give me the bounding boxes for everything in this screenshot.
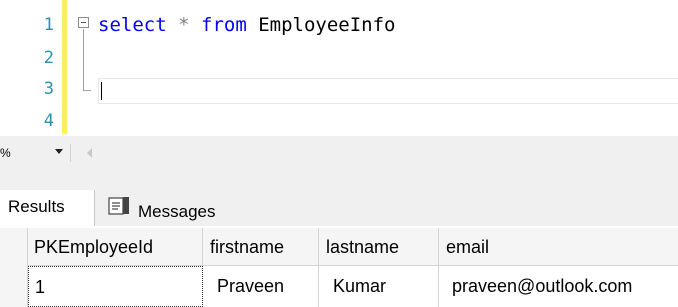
keyword-select: select [98,14,167,36]
change-tracking-bar [62,0,67,134]
collapse-icon[interactable] [78,17,89,28]
line-number: 2 [43,48,54,68]
divider [70,144,71,162]
scroll-left-icon[interactable] [87,148,92,158]
zoom-level-value[interactable]: % [0,144,22,162]
column-header[interactable]: lastname [319,228,439,266]
tab-messages-label: Messages [138,202,216,221]
tab-results-label: Results [8,197,65,216]
table-cell[interactable]: 1 [28,266,203,307]
results-grid[interactable]: PKEmployeeId firstname lastname email 1 … [0,226,678,307]
corner-selector[interactable] [0,228,28,266]
column-header[interactable]: PKEmployeeId [28,228,203,266]
table-cell[interactable]: Kumar [319,266,439,307]
column-header[interactable]: firstname [203,228,319,266]
outline-guide [83,29,84,91]
column-header[interactable]: email [439,228,678,266]
table-row[interactable]: 1 Praveen Kumar praveen@outlook.com [0,266,678,307]
line-number-gutter: 1 2 3 4 [0,0,58,136]
results-pane: Results Messages PKEmployeeId firstname … [0,168,678,307]
line-number: 4 [43,111,54,131]
table-identifier: EmployeeInfo [258,14,396,36]
wildcard-operator: * [178,14,190,36]
row-selector[interactable] [0,266,28,307]
line-number: 1 [43,15,54,35]
current-line-highlight [98,78,678,104]
results-tabs: Results Messages [0,190,678,226]
editor-status-strip: % [0,136,678,168]
table-cell[interactable]: praveen@outlook.com [439,266,678,307]
tab-messages[interactable]: Messages [96,190,256,226]
query-editor[interactable]: 1 2 3 4 select * from EmployeeInfo [0,0,678,136]
keyword-from: from [201,14,247,36]
zoom-dropdown-icon[interactable] [55,149,63,154]
sql-statement[interactable]: select * from EmployeeInfo [98,13,396,37]
messages-icon [108,196,129,215]
outline-guide-end [83,90,91,91]
grid-header-row: PKEmployeeId firstname lastname email [0,228,678,266]
text-caret [101,82,102,100]
table-cell[interactable]: Praveen [203,266,319,307]
tab-results[interactable]: Results [0,190,95,226]
line-number: 3 [43,79,54,99]
